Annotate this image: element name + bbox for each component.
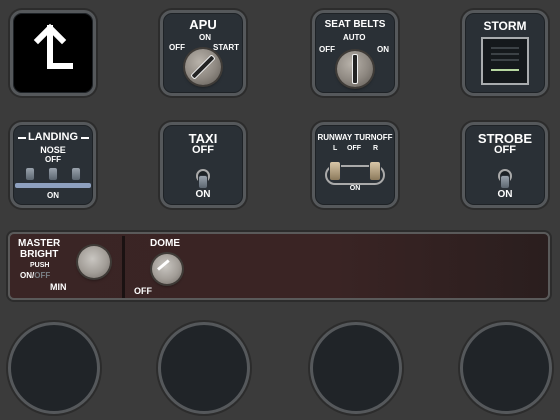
landing-on-label: ON (47, 191, 59, 200)
apu-title: APU (189, 17, 217, 32)
seat-belts-title: SEAT BELTS (324, 19, 386, 30)
taxi-on-label: ON (195, 189, 211, 200)
seat-belts-on-label: ON (377, 45, 389, 54)
master-bright-knob[interactable] (78, 246, 110, 278)
storm-title: STORM (483, 19, 527, 33)
landing-lights-panel: LANDING NOSE OFF ON (10, 122, 96, 208)
return-button[interactable] (10, 10, 96, 96)
dome-knob-pointer (157, 259, 170, 271)
runway-turnoff-l-label: L (333, 145, 338, 152)
apu-off-label: OFF (169, 43, 185, 52)
taxi-switch[interactable]: TAXI OFF ON (160, 122, 246, 208)
apu-knob-pointer (190, 54, 216, 80)
dome-off-label: OFF (134, 286, 152, 296)
lighting-divider (122, 236, 125, 298)
landing-title: LANDING (27, 131, 79, 143)
master-bright-push-label: PUSH (30, 262, 50, 269)
return-arrow-icon (33, 23, 73, 69)
taxi-off-label: OFF (192, 144, 214, 156)
landing-nose-label: NOSE (40, 145, 66, 155)
landing-left-toggle[interactable] (25, 167, 35, 181)
landing-right-toggle[interactable] (71, 167, 81, 181)
runway-turnoff-right-toggle[interactable] (369, 161, 381, 181)
landing-off-label: OFF (45, 155, 61, 164)
seat-belts-rotary-knob[interactable] (337, 51, 373, 87)
apu-switch[interactable]: APU ON OFF START (160, 10, 246, 96)
master-bright-min-label: MIN (50, 282, 67, 292)
empty-button-2[interactable] (158, 322, 250, 414)
master-bright-push-state: ON/OFF (20, 271, 50, 280)
runway-turnoff-r-label: R (373, 145, 379, 152)
lighting-panel: MASTER BRIGHT PUSH ON/OFF MIN DOME OFF (8, 232, 550, 300)
apu-on-label: ON (199, 33, 211, 42)
runway-turnoff-on-label: ON (349, 185, 361, 192)
apu-start-label: START (213, 43, 240, 52)
empty-button-1[interactable] (8, 322, 100, 414)
runway-turnoff-left-toggle[interactable] (329, 161, 341, 181)
apu-rotary-knob[interactable] (185, 49, 221, 85)
strobe-toggle[interactable] (500, 175, 510, 189)
master-bright-on-label: ON (20, 271, 32, 280)
strobe-off-label: OFF (494, 144, 516, 156)
landing-guard-bar (15, 183, 91, 188)
dome-title: DOME (150, 238, 180, 249)
seat-belts-off-label: OFF (319, 45, 335, 54)
strobe-switch[interactable]: STROBE OFF ON (462, 122, 548, 208)
seat-belts-knob-pointer (352, 54, 358, 84)
seat-belts-switch[interactable]: SEAT BELTS AUTO OFF ON (312, 10, 398, 96)
seat-belts-auto-label: AUTO (343, 33, 366, 42)
strobe-on-label: ON (497, 189, 513, 200)
storm-indicator (481, 37, 529, 85)
landing-nose-toggle[interactable] (48, 167, 58, 181)
master-bright-bright-label: BRIGHT (20, 249, 59, 260)
runway-turnoff-off-label: OFF (347, 145, 361, 152)
empty-button-3[interactable] (310, 322, 402, 414)
master-bright-master-label: MASTER (18, 238, 61, 249)
taxi-toggle[interactable] (198, 175, 208, 189)
runway-turnoff-panel: RUNWAY TURNOFF L OFF R ON (312, 122, 398, 208)
empty-button-4[interactable] (460, 322, 552, 414)
dome-knob[interactable] (152, 254, 182, 284)
storm-button[interactable]: STORM (462, 10, 548, 96)
runway-turnoff-title: RUNWAY TURNOFF (317, 133, 393, 142)
master-bright-off-label: OFF (34, 271, 51, 280)
